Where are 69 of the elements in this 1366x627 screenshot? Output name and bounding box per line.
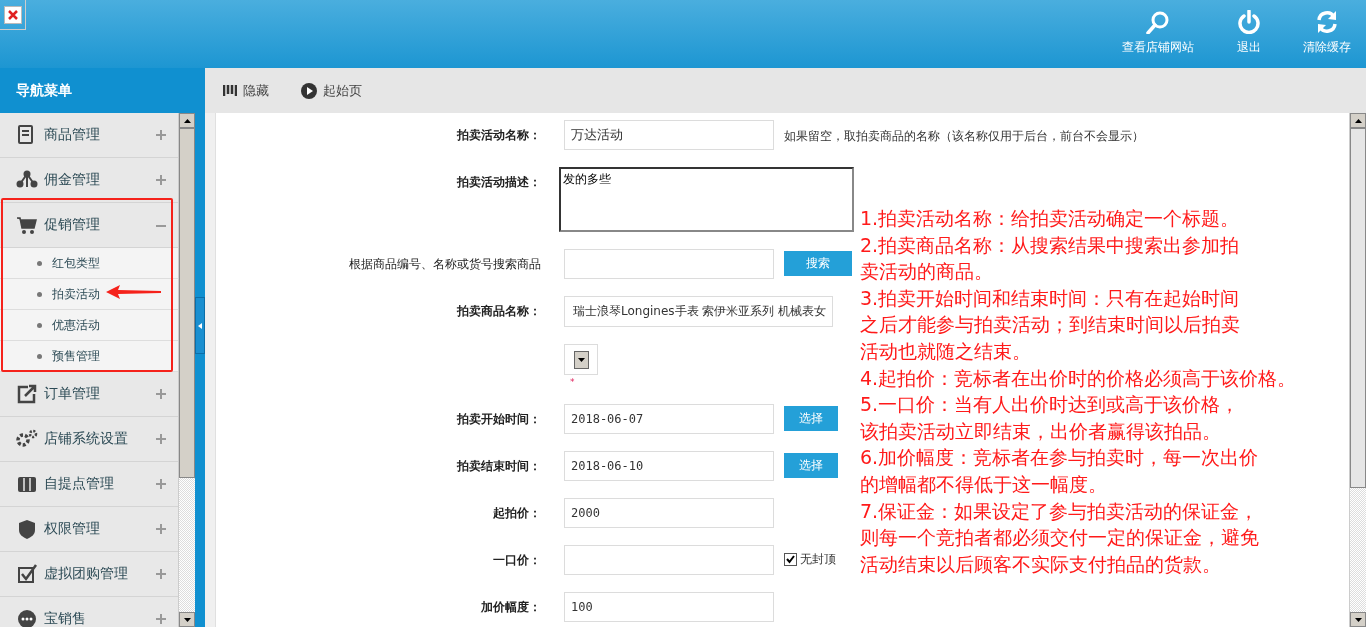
input-field[interactable]: 万达活动 [564,120,774,150]
checkbox[interactable]: 无封顶 [784,545,836,568]
search-field[interactable] [564,249,774,279]
scrollbar-thumb[interactable] [179,128,195,478]
annotation-line: 之后才能参与拍卖活动；到结束时间以后拍卖 [860,312,1241,338]
annotation-line: 卖活动的商品。 [860,259,994,285]
annotation-line: 的增幅都不得低于这一幅度。 [860,471,1108,497]
arrow-icon [106,285,161,299]
field-label: 加价幅度： [480,599,541,616]
caret-icon [573,350,589,369]
textarea-field[interactable]: 发的多些 [559,167,854,232]
annotation-line: 4.起拍价：竞标者在出价时的价格必须高于该价格。 [860,365,1297,391]
field-label: 拍卖开始时间： [456,411,541,428]
toolbar-button[interactable]: 隐藏 [217,80,275,101]
submenu-item[interactable]: 红包类型 [0,248,178,279]
annotation-line: 6.加价幅度：竞标者在参与拍卖时，每一次出价 [860,445,1260,471]
check-icon [786,555,795,564]
field-label: 一口价： [492,552,541,569]
search-icon [1146,10,1170,34]
sidebar-title: 导航菜单 [0,68,195,113]
annotation-line: 活动结束以后顾客不实际支付拍品的货款。 [860,551,1222,577]
sidebar-item[interactable]: 宝销售 [0,597,178,627]
cart-icon [16,214,38,236]
product-select[interactable]: 瑞士浪琴Longines手表 索伊米亚系列 机械表女 [564,296,834,327]
date-field[interactable]: 2018-06-10 [564,451,774,481]
submenu-item[interactable]: 拍卖活动 [0,279,178,310]
sidebar-item[interactable]: 权限管理 [0,507,178,552]
annotation-line: 3.拍卖开始时间和结束时间：只有在起始时间 [860,285,1241,311]
checkbox-icon [16,563,38,585]
field-label: 拍卖结束时间： [456,458,541,475]
field-label: 拍卖商品名称： [456,303,541,320]
field-label: 起拍价： [492,505,541,522]
broken-image-icon [3,5,22,24]
hint-text: 如果留空，取拍卖商品的名称（该名称仅用于后台，前台不会显示） [784,128,1144,145]
field-label: 拍卖活动名称： [456,127,541,144]
external-link-icon [16,383,38,405]
input-field[interactable] [564,545,774,575]
annotation-line: 5.一口价：当有人出价时达到或高于该价格， [860,392,1241,418]
date-field[interactable]: 2018-06-07 [564,404,774,434]
toolbar-button[interactable]: 起始页 [295,80,368,101]
annotation-line: 2.拍卖商品名称：从搜索结果中搜索出参加拍 [860,232,1241,258]
annotation-line: 活动也就随之结束。 [860,338,1032,364]
play-circle-icon [301,82,317,99]
input-field[interactable]: 100 [564,592,774,622]
collapse-handle[interactable] [195,297,205,354]
scrollbar-thumb[interactable] [1350,128,1366,488]
annotation-line: 7.保证金：如果设定了参与拍卖活动的保证金， [860,498,1260,524]
scroll-down-icon [1354,617,1362,622]
input-field[interactable]: 2000 [564,498,774,528]
power-icon [1237,10,1261,34]
submenu-item[interactable]: 优惠活动 [0,310,178,341]
scroll-up-icon [183,118,191,123]
scrollbar[interactable] [1349,113,1366,627]
annotation-line: 该拍卖活动立即结束，出价者赢得该拍品。 [860,418,1222,444]
annotation-line: 1.拍卖活动名称：给拍卖活动确定一个标题。 [860,206,1241,231]
chat-bubble-icon [16,608,38,627]
scrollbar[interactable] [178,113,195,627]
sidebar-item[interactable]: 自提点管理 [0,462,178,507]
dropdown[interactable] [564,344,598,375]
field-label: 拍卖活动描述： [456,174,541,191]
bars-icon [223,83,237,98]
field-label: 根据商品编号、名称或货号搜索商品 [348,256,541,273]
submenu-item[interactable]: 预售管理 [0,341,178,372]
required-mark: * [569,377,575,387]
annotation-line: 则每一个竞拍者都必须交付一定的保证金，避免 [860,525,1260,551]
refresh-icon [1315,10,1339,34]
scroll-down-icon [183,617,191,622]
scroll-up-icon [1354,118,1362,123]
shield-icon [16,518,38,540]
